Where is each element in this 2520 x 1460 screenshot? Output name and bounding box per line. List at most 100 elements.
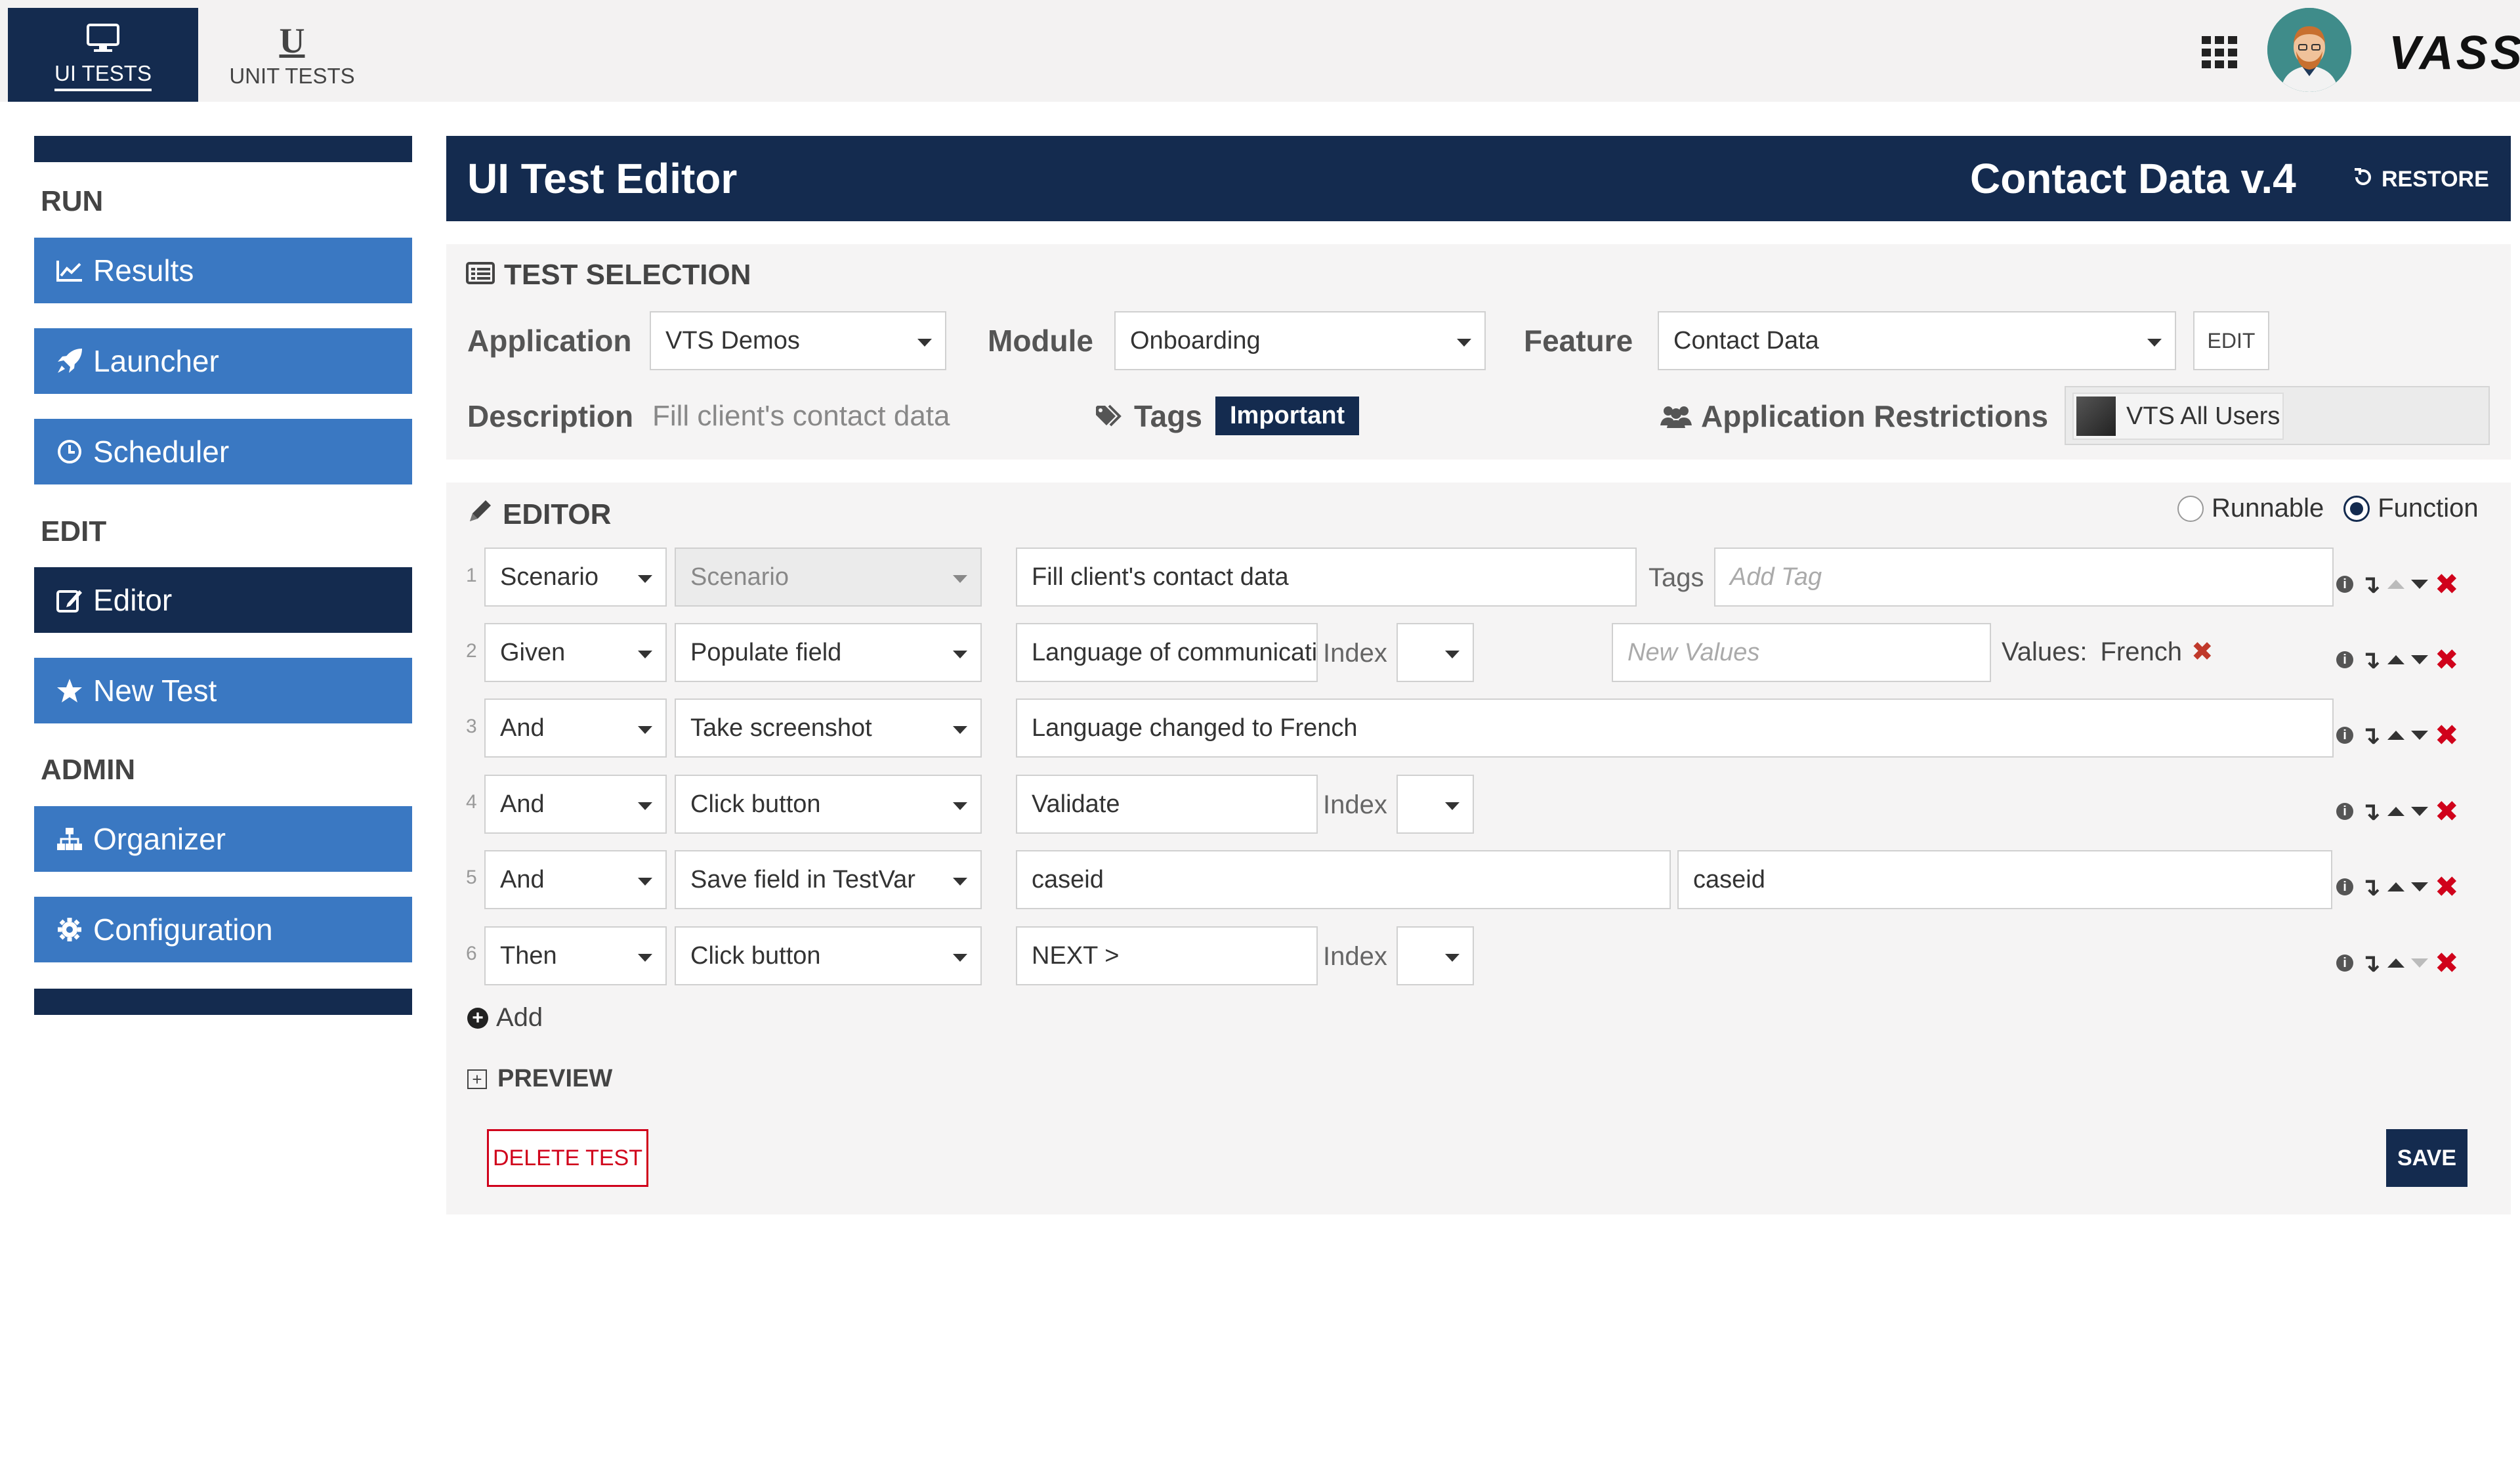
restriction-chip-label: VTS All Users: [2126, 402, 2280, 430]
move-up-icon[interactable]: [2387, 882, 2404, 891]
runnable-radio[interactable]: [2177, 495, 2204, 522]
tag-important-badge[interactable]: Important: [1215, 397, 1360, 435]
sidebar-item-label: Organizer: [93, 822, 226, 856]
move-down-icon[interactable]: [2410, 958, 2428, 968]
delete-row-icon[interactable]: ✖: [2435, 568, 2459, 601]
info-icon[interactable]: i: [2336, 878, 2353, 895]
sidebar-item-organizer[interactable]: Organizer: [34, 806, 412, 872]
delete-row-icon[interactable]: ✖: [2435, 643, 2459, 677]
feature-select[interactable]: Contact Data: [1658, 311, 2176, 370]
move-up-icon[interactable]: [2387, 655, 2404, 664]
restore-button[interactable]: RESTORE: [2353, 165, 2489, 194]
move-down-icon[interactable]: [2410, 655, 2428, 664]
row-4-index-select[interactable]: [1396, 775, 1474, 834]
info-icon[interactable]: i: [2336, 727, 2353, 744]
tab-ui-tests-label: UI TESTS: [54, 61, 152, 91]
row-2-actions: i ↴ ✖: [2336, 644, 2494, 676]
row-6-keyword-select[interactable]: Then: [484, 926, 667, 985]
clock-icon: [54, 439, 85, 465]
info-icon[interactable]: i: [2336, 955, 2353, 972]
new-values-input[interactable]: New Values: [1612, 623, 1991, 682]
move-down-icon[interactable]: [2410, 580, 2428, 589]
delete-row-icon[interactable]: ✖: [2435, 947, 2459, 980]
edit-feature-button[interactable]: EDIT: [2193, 311, 2269, 370]
tab-ui-tests[interactable]: UI TESTS: [8, 8, 198, 102]
row-4-action-select[interactable]: Click button: [675, 775, 982, 834]
row-1-action-select: Scenario: [675, 548, 982, 607]
row-1-keyword-select[interactable]: Scenario: [484, 548, 667, 607]
row-number: 2: [466, 640, 477, 662]
move-up-icon[interactable]: [2387, 580, 2404, 589]
chevron-down-icon: [638, 878, 652, 886]
insert-step-icon[interactable]: ↴: [2360, 797, 2381, 827]
move-up-icon[interactable]: [2387, 731, 2404, 740]
row-4-text-input[interactable]: Validate: [1016, 775, 1318, 834]
chevron-down-icon: [1445, 651, 1460, 658]
row-2-index-select[interactable]: [1396, 623, 1474, 682]
sidebar-item-launcher[interactable]: Launcher: [34, 328, 412, 394]
row-3-action-select[interactable]: Take screenshot: [675, 698, 982, 758]
row-3-keyword-select[interactable]: And: [484, 698, 667, 758]
info-icon[interactable]: i: [2336, 651, 2353, 668]
delete-test-button[interactable]: DELETE TEST: [487, 1129, 648, 1187]
move-up-icon[interactable]: [2387, 958, 2404, 968]
function-radio[interactable]: [2343, 495, 2370, 522]
remove-value-icon[interactable]: ✖: [2191, 637, 2214, 667]
insert-step-icon[interactable]: ↴: [2360, 949, 2381, 978]
sidebar-item-editor[interactable]: Editor: [34, 567, 412, 633]
insert-step-icon[interactable]: ↴: [2360, 645, 2381, 675]
row-3-text-input[interactable]: Language changed to French: [1016, 698, 2334, 758]
chevron-down-icon: [953, 575, 967, 583]
row-1-tags-label: Tags: [1648, 563, 1704, 592]
sidebar-item-scheduler[interactable]: Scheduler: [34, 419, 412, 484]
apps-grid-icon[interactable]: [2202, 36, 2238, 69]
application-select[interactable]: VTS Demos: [650, 311, 946, 370]
info-icon[interactable]: i: [2336, 576, 2353, 593]
sidebar-item-results[interactable]: Results: [34, 238, 412, 303]
save-button[interactable]: SAVE: [2386, 1129, 2468, 1187]
insert-step-icon[interactable]: ↴: [2360, 721, 2381, 750]
row-2-action-select[interactable]: Populate field: [675, 623, 982, 682]
row-5-action-select[interactable]: Save field in TestVar: [675, 850, 982, 909]
keyword-value: Then: [500, 941, 557, 970]
row-2-text-input[interactable]: Language of communication: [1016, 623, 1318, 682]
move-down-icon[interactable]: [2410, 807, 2428, 816]
row-6-text-input[interactable]: NEXT >: [1016, 926, 1318, 985]
row-1-text-input[interactable]: Fill client's contact data: [1016, 548, 1637, 607]
sidebar-item-new-test[interactable]: New Test: [34, 658, 412, 723]
row-5-text-input[interactable]: caseid: [1016, 850, 1671, 909]
row-5-variable-input[interactable]: caseid: [1677, 850, 2332, 909]
insert-step-icon[interactable]: ↴: [2360, 570, 2381, 599]
row-6-action-select[interactable]: Click button: [675, 926, 982, 985]
row-6-index-select[interactable]: [1396, 926, 1474, 985]
restriction-chip[interactable]: VTS All Users: [2072, 393, 2284, 440]
move-down-icon[interactable]: [2410, 882, 2428, 891]
editor-title: EDITOR: [467, 498, 611, 531]
keyword-value: Scenario: [500, 563, 598, 591]
chevron-down-icon: [953, 651, 967, 658]
delete-row-icon[interactable]: ✖: [2435, 870, 2459, 904]
tab-unit-tests[interactable]: U UNIT TESTS: [197, 8, 387, 102]
move-down-icon[interactable]: [2410, 731, 2428, 740]
tags-icon: [1095, 404, 1125, 428]
u-icon: U: [279, 20, 305, 60]
restrictions-label-text: Application Restrictions: [1701, 399, 2049, 433]
module-select[interactable]: Onboarding: [1114, 311, 1486, 370]
row-4-keyword-select[interactable]: And: [484, 775, 667, 834]
add-tag-input[interactable]: Add Tag: [1714, 548, 2334, 607]
avatar[interactable]: [2267, 8, 2351, 92]
move-up-icon[interactable]: [2387, 807, 2404, 816]
chevron-down-icon: [917, 339, 932, 347]
delete-row-icon[interactable]: ✖: [2435, 719, 2459, 752]
insert-step-icon[interactable]: ↴: [2360, 872, 2381, 902]
description-value[interactable]: Fill client's contact data: [652, 400, 950, 433]
row-2-keyword-select[interactable]: Given: [484, 623, 667, 682]
preview-toggle[interactable]: + PREVIEW: [467, 1065, 612, 1093]
sidebar-item-configuration[interactable]: Configuration: [34, 897, 412, 962]
info-icon[interactable]: i: [2336, 803, 2353, 820]
delete-row-icon[interactable]: ✖: [2435, 795, 2459, 828]
row-5-keyword-select[interactable]: And: [484, 850, 667, 909]
restrictions-field[interactable]: VTS All Users: [2065, 386, 2490, 445]
keyword-value: And: [500, 790, 545, 818]
add-step-button[interactable]: + Add: [467, 1003, 543, 1033]
